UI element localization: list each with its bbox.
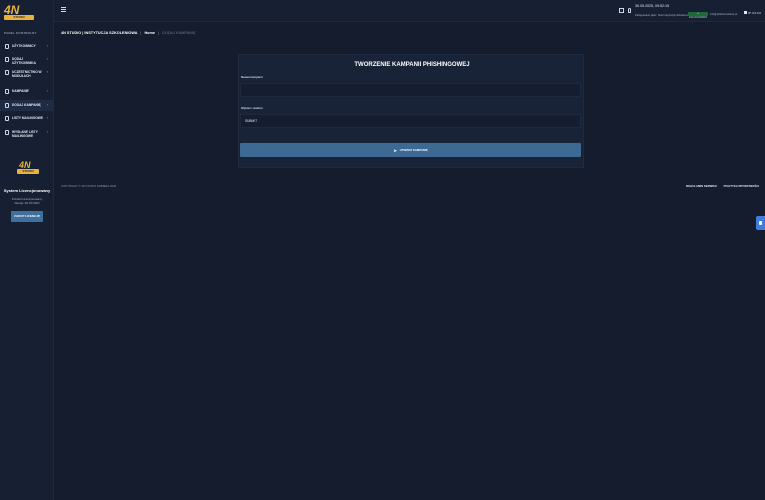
license-box: 4N STUDIO System Licencjonowany Produkt … [0, 160, 54, 222]
buy-license-button[interactable]: ZAKUP LICENCJĘ [11, 211, 43, 222]
panel-label: PANEL KONTROLNY [4, 31, 37, 35]
create-campaign-label: UTWÓRZ KAMPANIĘ [399, 148, 428, 152]
settings-tab[interactable] [756, 216, 765, 230]
breadcrumb-separator: | [140, 31, 142, 35]
sidebar-item-label: DODAJ UŻYTKOWNIKA [12, 57, 36, 65]
sidebar-item-mailing-lists[interactable]: LISTY MAILINGOWE › [0, 116, 54, 121]
shield-icon [5, 103, 9, 108]
campaign-form-card: TWORZENIE KAMPANII PHISHINGOWEJ Nazwa ka… [238, 54, 584, 168]
chevron-right-icon: › [46, 69, 48, 74]
fullscreen-icon[interactable] [619, 8, 624, 13]
logo-sub: STUDIO [13, 15, 25, 19]
chevron-right-icon: › [46, 115, 48, 120]
page-title: TWORZENIE KAMPANII PHISHINGOWEJ [354, 62, 470, 68]
license-subtitle-line: Wersja: 4N STUDIO [14, 201, 40, 205]
terms-link[interactable]: REGULAMIN SERWISU [686, 184, 717, 188]
gear-icon [759, 221, 762, 225]
template-label: Wybierz szablon [241, 106, 263, 110]
shield-icon [5, 116, 9, 121]
sidebar-item-add-campaign[interactable]: DODAJ KAMPANIĘ › [0, 100, 54, 111]
ip-text: IP: 0.0.0.0 [748, 11, 761, 15]
template-select[interactable]: SUBMIT [240, 114, 581, 128]
sidebar: 4N STUDIO PANEL KONTROLNY UŻYTKOWNICY › … [0, 0, 54, 500]
copyright: COPYRIGHT © 4N STUDIO SOBIERA 2025 [61, 184, 117, 188]
datetime: 30.05.2025, 09:52:15 [635, 4, 669, 8]
logged-in-text: Zalogowano jako: Test Instytucja Szkolen… [635, 13, 692, 17]
shield-icon [5, 130, 9, 135]
status-badge: ● ZALOGOWANO [688, 12, 708, 19]
topbar: 30.05.2025, 09:52:15 Zalogowano jako: Te… [54, 0, 765, 22]
app-logo[interactable]: 4N STUDIO [4, 4, 34, 20]
shield-icon [5, 89, 9, 94]
sidebar-item-sent-mailing-lists[interactable]: WYSŁANE LISTY MAILINGOWE › [0, 130, 54, 138]
chevron-right-icon: › [46, 102, 48, 107]
logo-sub: STUDIO [22, 169, 34, 173]
campaign-name-label: Nazwa kampanii [241, 75, 263, 79]
sidebar-item-label: LISTY MAILINGOWE [12, 116, 43, 120]
campaign-name-input[interactable] [240, 83, 581, 97]
breadcrumb: 4N STUDIO | INSTYTUCJA SZKOLENIOWA | Hom… [61, 31, 195, 35]
user-email: info@phisherinstitute.pl [710, 13, 738, 16]
send-icon: ➤ [393, 147, 397, 153]
shield-icon [5, 44, 9, 49]
create-campaign-button[interactable]: ➤ UTWÓRZ KAMPANIĘ [240, 143, 581, 157]
sidebar-item-add-user[interactable]: DODAJ UŻYTKOWNIKA › [0, 57, 54, 65]
sidebar-item-campaigns[interactable]: KAMPANIE › [0, 89, 54, 94]
sidebar-item-label: UŻYTKOWNICY [12, 44, 36, 48]
chevron-right-icon: › [46, 88, 48, 93]
chevron-right-icon: › [46, 129, 48, 134]
license-subtitle: Produkt Licencjonowany Wersja: 4N STUDIO [0, 197, 54, 205]
flag-icon [744, 11, 747, 14]
breadcrumb-separator: | [158, 31, 160, 35]
sidebar-item-label: KAMPANIE [12, 89, 29, 93]
breadcrumb-org: 4N STUDIO | INSTYTUCJA SZKOLENIOWA [61, 31, 138, 35]
breadcrumb-current: DODAJ KAMPANIĘ [162, 31, 196, 35]
footer-links: REGULAMIN SERWISU POLITYKA PRYWATNOŚCI [680, 184, 759, 188]
sidebar-item-label: UCZESTNICTWO W MODUŁACH [12, 70, 42, 78]
shield-icon [5, 57, 9, 62]
chevron-right-icon: › [46, 56, 48, 61]
license-logo: 4N STUDIO [15, 160, 39, 176]
breadcrumb-home[interactable]: Home [144, 31, 155, 35]
bulb-icon[interactable] [628, 8, 631, 13]
sidebar-item-label: WYSŁANE LISTY MAILINGOWE [12, 130, 38, 138]
sidebar-item-label: DODAJ KAMPANIĘ [12, 103, 41, 107]
license-title: System Licencjonowany [3, 188, 51, 193]
sidebar-item-users[interactable]: UŻYTKOWNICY › [0, 44, 54, 49]
sidebar-item-module-participation[interactable]: UCZESTNICTWO W MODUŁACH › [0, 70, 54, 78]
chevron-right-icon: › [46, 43, 48, 48]
menu-toggle-icon[interactable] [61, 7, 66, 13]
ip-badge: IP: 0.0.0.0 [744, 11, 761, 15]
shield-icon [5, 70, 9, 75]
privacy-link[interactable]: POLITYKA PRYWATNOŚCI [724, 184, 759, 188]
